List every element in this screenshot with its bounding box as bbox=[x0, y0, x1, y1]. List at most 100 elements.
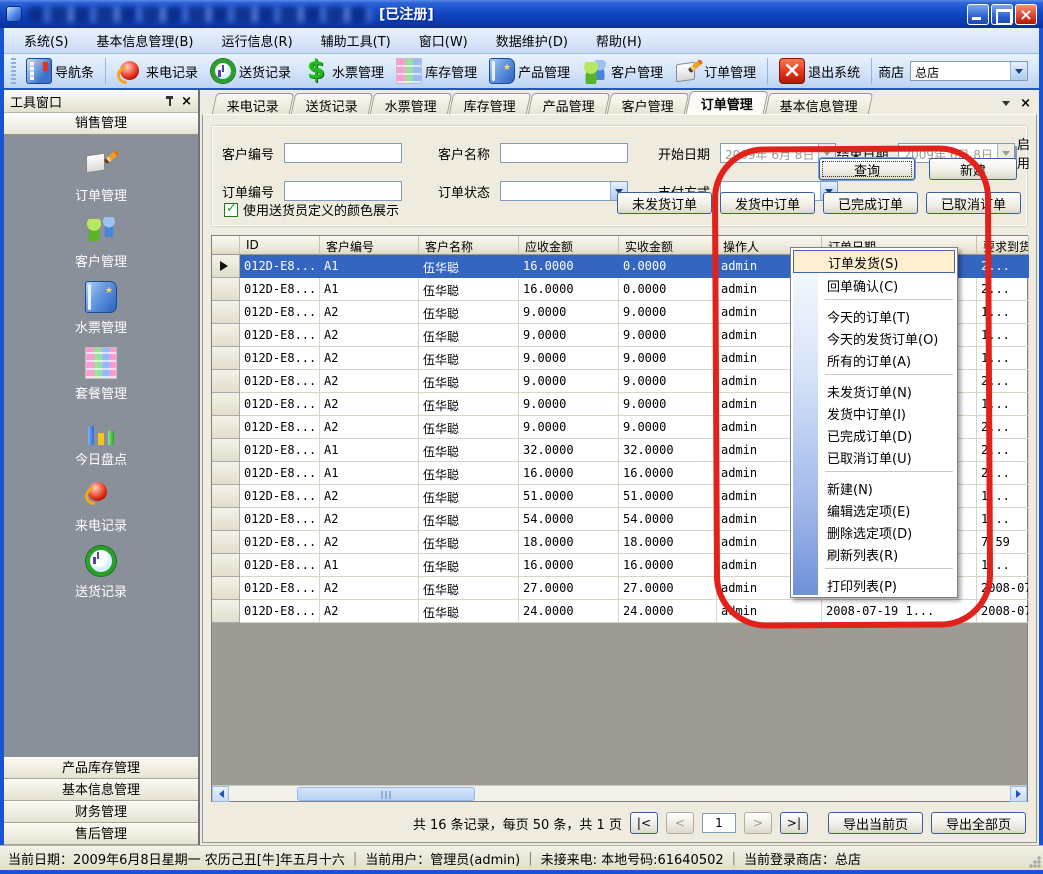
cell-receivable[interactable]: 51.0000 bbox=[519, 485, 619, 508]
context-menu-item[interactable]: 刷新列表(R) bbox=[793, 542, 955, 564]
cell-code[interactable]: A1 bbox=[320, 439, 419, 462]
cell-code[interactable]: A1 bbox=[320, 462, 419, 485]
tab-库存管理[interactable]: 库存管理 bbox=[449, 93, 531, 114]
status-filter-button[interactable]: 已取消订单 bbox=[926, 192, 1021, 214]
cell-required_date[interactable]: 1... bbox=[977, 347, 1029, 370]
resize-grip[interactable] bbox=[1028, 855, 1041, 868]
status-filter-button[interactable]: 发货中订单 bbox=[720, 192, 815, 214]
sidebar-item-grid[interactable]: 套餐管理 bbox=[75, 347, 127, 402]
cell-operator[interactable]: admin bbox=[717, 600, 822, 623]
column-header[interactable]: 实收金额 bbox=[619, 236, 717, 255]
toolbar-button-book[interactable]: 产品管理 bbox=[484, 56, 575, 86]
toolbar-button-dollar[interactable]: 水票管理 bbox=[298, 56, 389, 86]
cell-name[interactable]: 伍华聪 bbox=[419, 531, 519, 554]
cell-receivable[interactable]: 54.0000 bbox=[519, 508, 619, 531]
table-row[interactable]: 012D-E8...A2伍华聪24.000024.0000admin2008-0… bbox=[212, 600, 1027, 623]
cell-code[interactable]: A1 bbox=[320, 278, 419, 301]
context-menu-item[interactable]: 发货中订单(I) bbox=[793, 401, 955, 423]
cell-code[interactable]: A2 bbox=[320, 600, 419, 623]
toolbar-button-exit[interactable]: 退出系统 bbox=[774, 56, 865, 86]
customer-code-input[interactable] bbox=[284, 143, 402, 163]
sidebar-group-bar[interactable]: 售后管理 bbox=[4, 823, 198, 845]
cell-name[interactable]: 伍华聪 bbox=[419, 577, 519, 600]
horizontal-scrollbar[interactable] bbox=[212, 785, 1027, 801]
status-filter-button[interactable]: 已完成订单 bbox=[823, 192, 918, 214]
tab-产品管理[interactable]: 产品管理 bbox=[528, 93, 610, 114]
cell-received[interactable]: 9.0000 bbox=[619, 370, 717, 393]
cell-id[interactable]: 012D-E8... bbox=[240, 577, 320, 600]
cell-name[interactable]: 伍华聪 bbox=[419, 278, 519, 301]
column-header[interactable]: 要求到货日期 bbox=[977, 236, 1029, 255]
chevron-down-icon[interactable] bbox=[1002, 101, 1010, 110]
cell-id[interactable]: 012D-E8... bbox=[240, 554, 320, 577]
column-header[interactable]: 应收金额 bbox=[519, 236, 619, 255]
context-menu-item[interactable]: 已完成订单(D) bbox=[793, 423, 955, 445]
cell-receivable[interactable]: 9.0000 bbox=[519, 370, 619, 393]
context-menu-item[interactable]: 今天的发货订单(O) bbox=[793, 326, 955, 348]
new-button[interactable]: 新建 bbox=[929, 158, 1017, 180]
cell-name[interactable]: 伍华聪 bbox=[419, 416, 519, 439]
chevron-down-icon[interactable] bbox=[1010, 62, 1027, 80]
toolbar-button-nav[interactable]: 导航条 bbox=[21, 56, 99, 86]
cell-code[interactable]: A2 bbox=[320, 485, 419, 508]
row-selector[interactable] bbox=[212, 324, 240, 347]
sidebar-group-sales[interactable]: 销售管理 bbox=[4, 113, 198, 135]
cell-code[interactable]: A2 bbox=[320, 301, 419, 324]
row-selector-arrow-icon[interactable] bbox=[212, 255, 240, 278]
cell-required_date[interactable]: 1... bbox=[977, 324, 1029, 347]
minimize-button[interactable] bbox=[967, 4, 989, 25]
cell-received[interactable]: 27.0000 bbox=[619, 577, 717, 600]
cell-id[interactable]: 012D-E8... bbox=[240, 301, 320, 324]
tab-来电记录[interactable]: 来电记录 bbox=[212, 93, 294, 114]
next-page-button[interactable]: > bbox=[744, 812, 772, 834]
cell-id[interactable]: 012D-E8... bbox=[240, 600, 320, 623]
context-menu-item[interactable]: 编辑选定项(E) bbox=[793, 498, 955, 520]
cell-id[interactable]: 012D-E8... bbox=[240, 508, 320, 531]
context-menu-item[interactable]: 已取消订单(U) bbox=[793, 445, 955, 467]
sidebar-item-bell[interactable]: 来电记录 bbox=[75, 479, 127, 534]
cell-receivable[interactable]: 16.0000 bbox=[519, 255, 619, 278]
cell-required_date[interactable]: 1... bbox=[977, 393, 1029, 416]
row-selector[interactable] bbox=[212, 462, 240, 485]
tab-客户管理[interactable]: 客户管理 bbox=[607, 93, 689, 114]
toolbar-grip[interactable] bbox=[11, 58, 16, 84]
color-display-checkbox[interactable] bbox=[224, 203, 238, 217]
row-selector[interactable] bbox=[212, 301, 240, 324]
cell-code[interactable]: A1 bbox=[320, 554, 419, 577]
last-page-button[interactable]: >| bbox=[780, 812, 808, 834]
column-header[interactable]: ID bbox=[240, 236, 320, 255]
cell-code[interactable]: A1 bbox=[320, 255, 419, 278]
row-selector[interactable] bbox=[212, 347, 240, 370]
column-header[interactable]: 客户编号 bbox=[320, 236, 419, 255]
tab-水票管理[interactable]: 水票管理 bbox=[370, 93, 452, 114]
scrollbar-thumb[interactable] bbox=[297, 787, 475, 801]
row-selector[interactable] bbox=[212, 600, 240, 623]
cell-name[interactable]: 伍华聪 bbox=[419, 508, 519, 531]
menubar-item[interactable]: 基本信息管理(B) bbox=[84, 28, 205, 53]
toolbar-button-scrollpen[interactable]: 订单管理 bbox=[670, 56, 761, 86]
row-selector[interactable] bbox=[212, 370, 240, 393]
cell-received[interactable]: 9.0000 bbox=[619, 393, 717, 416]
column-header[interactable]: 客户名称 bbox=[419, 236, 519, 255]
row-selector[interactable] bbox=[212, 485, 240, 508]
menubar-item[interactable]: 窗口(W) bbox=[407, 28, 480, 53]
cell-name[interactable]: 伍华聪 bbox=[419, 600, 519, 623]
cell-received[interactable]: 54.0000 bbox=[619, 508, 717, 531]
menubar-item[interactable]: 数据维护(D) bbox=[484, 28, 580, 53]
cell-receivable[interactable]: 9.0000 bbox=[519, 301, 619, 324]
pin-icon[interactable] bbox=[163, 94, 177, 108]
cell-required_date[interactable]: 2008-07-19 1... bbox=[977, 600, 1029, 623]
tab-送货记录[interactable]: 送货记录 bbox=[291, 93, 373, 114]
cell-id[interactable]: 012D-E8... bbox=[240, 439, 320, 462]
cell-receivable[interactable]: 16.0000 bbox=[519, 554, 619, 577]
row-selector[interactable] bbox=[212, 554, 240, 577]
sidebar-close-icon[interactable]: × bbox=[181, 94, 192, 109]
cell-id[interactable]: 012D-E8... bbox=[240, 531, 320, 554]
cell-code[interactable]: A2 bbox=[320, 508, 419, 531]
cell-order_date[interactable]: 2008-07-19 1... bbox=[822, 600, 977, 623]
cell-name[interactable]: 伍华聪 bbox=[419, 370, 519, 393]
cell-name[interactable]: 伍华聪 bbox=[419, 301, 519, 324]
context-menu-item[interactable]: 订单发货(S) bbox=[793, 250, 955, 273]
cell-code[interactable]: A2 bbox=[320, 347, 419, 370]
row-selector[interactable] bbox=[212, 393, 240, 416]
